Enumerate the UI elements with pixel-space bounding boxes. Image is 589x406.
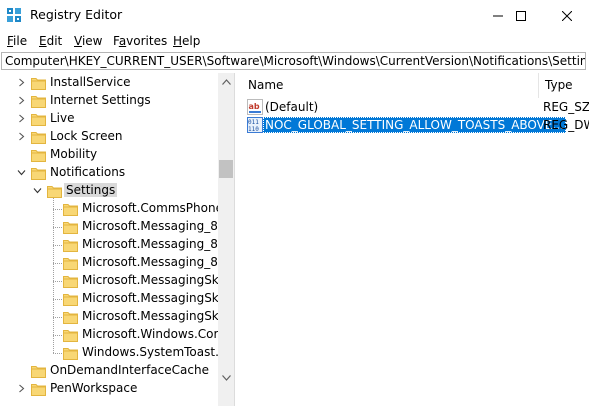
tree-item[interactable]: Internet Settings	[0, 92, 218, 110]
column-header-type[interactable]: Type	[545, 73, 573, 98]
menu-edit[interactable]: Edit	[39, 34, 62, 48]
menu-bar: File Edit View Favorites Help	[0, 31, 589, 51]
tree-item[interactable]: Microsoft.Windows.Corta	[0, 326, 231, 344]
tree-item[interactable]: Microsoft.MessagingSkyp	[0, 272, 233, 290]
tree-item[interactable]: PenWorkspace	[0, 380, 218, 398]
collapsed-arrow-icon[interactable]	[17, 78, 26, 87]
registry-editor-window: Registry Editor File Edit View Favorites…	[0, 0, 589, 406]
close-button[interactable]	[544, 0, 589, 31]
value-name: (Default)	[265, 100, 319, 114]
tree-item-label: Microsoft.MessagingSkyp	[82, 309, 234, 323]
close-icon	[561, 10, 572, 21]
tree-item[interactable]: Mobility	[0, 146, 218, 164]
tree-item-label: Microsoft.Messaging_8we	[82, 237, 235, 251]
value-row[interactable]: 011 110 NOC_GLOBAL_SETTING_ALLOW_TOASTS_AB…	[239, 116, 589, 134]
folder-icon	[31, 168, 46, 180]
tree-item[interactable]: Live	[0, 110, 218, 128]
tree-item-label: Microsoft.Windows.Corta	[82, 327, 231, 341]
title-bar: Registry Editor	[0, 0, 589, 31]
tree-item-label: Windows.SystemToast.Mc	[82, 345, 235, 359]
value-row[interactable]: ab (Default) REG_SZ	[239, 98, 589, 116]
folder-icon	[63, 330, 78, 342]
chevron-up-icon	[221, 78, 231, 85]
tree-item[interactable]: Settings	[0, 182, 218, 200]
tree-item[interactable]: InstallService	[0, 74, 218, 92]
folder-icon	[31, 96, 46, 108]
folder-icon	[31, 78, 46, 90]
menu-favorites[interactable]: Favorites	[113, 34, 167, 48]
tree-item[interactable]: Notifications	[0, 164, 218, 182]
folder-icon	[63, 204, 78, 216]
expanded-arrow-icon[interactable]	[33, 186, 42, 195]
address-bar[interactable]: Computer\HKEY_CURRENT_USER\Software\Micr…	[1, 52, 586, 70]
value-type: REG_SZ	[543, 100, 589, 114]
tree-item[interactable]: Microsoft.MessagingSkyp	[0, 308, 233, 326]
folder-icon	[31, 366, 46, 378]
scroll-up-button[interactable]	[218, 73, 234, 90]
tree-item-label: Microsoft.MessagingSkyp	[82, 273, 234, 287]
tree-item-label: Internet Settings	[50, 93, 151, 107]
key-tree: InstallService Internet Settings Live Lock …	[0, 73, 235, 406]
folder-icon	[63, 276, 78, 288]
expanded-arrow-icon[interactable]	[17, 168, 26, 177]
open-folder-icon	[47, 186, 62, 198]
tree-item-label: Microsoft.MessagingSkyp	[82, 291, 234, 305]
tree-item-label: Settings	[64, 183, 118, 197]
maximize-icon	[515, 10, 526, 21]
value-name: NOC_GLOBAL_SETTING_ALLOW_TOASTS_ABOVE...	[263, 117, 566, 133]
tree-item-label: Microsoft.Messaging_8we	[82, 255, 235, 269]
scroll-thumb[interactable]	[219, 160, 233, 178]
svg-text:110: 110	[248, 126, 259, 133]
collapsed-arrow-icon[interactable]	[17, 114, 26, 123]
column-divider[interactable]	[538, 73, 539, 98]
folder-icon	[63, 312, 78, 324]
folder-icon	[31, 384, 46, 396]
dword-value-icon: 011110	[247, 117, 263, 133]
window-title: Registry Editor	[30, 7, 123, 22]
registry-editor-icon	[7, 8, 21, 22]
tree-item-label: OnDemandInterfaceCache	[50, 363, 209, 377]
tree-item-label: InstallService	[50, 75, 131, 89]
value-type: REG_DW	[543, 118, 589, 132]
tree-item-label: Mobility	[50, 147, 98, 161]
tree-item-label: Notifications	[50, 165, 126, 179]
tree-item[interactable]: Windows.SystemToast.Mc	[0, 344, 234, 362]
folder-icon	[63, 294, 78, 306]
folder-icon	[31, 114, 46, 126]
tree-vertical-scrollbar[interactable]	[218, 73, 234, 406]
scroll-down-button[interactable]	[218, 369, 234, 386]
folder-icon	[63, 240, 78, 252]
tree-item-label: Lock Screen	[50, 129, 123, 143]
folder-icon	[31, 150, 46, 162]
tree-item-label: Live	[50, 111, 75, 125]
tree-item-label: Microsoft.Messaging_8we	[82, 219, 235, 233]
values-list: Name Type ab (Default) REG_SZ 011 110 NOC_GLO…	[239, 73, 589, 406]
tree-item[interactable]: OnDemandInterfaceCache	[0, 362, 218, 380]
collapsed-arrow-icon[interactable]	[17, 384, 26, 393]
svg-text:011: 011	[248, 119, 259, 126]
tree-item[interactable]: Microsoft.MessagingSkyp	[0, 290, 233, 308]
maximize-button[interactable]	[498, 0, 543, 31]
tree-item[interactable]: Lock Screen	[0, 128, 218, 146]
column-header-name[interactable]: Name	[248, 73, 283, 98]
tree-item-label: Microsoft.CommsPhone_	[82, 201, 229, 215]
folder-icon	[63, 348, 78, 360]
folder-icon	[63, 222, 78, 234]
folder-icon	[63, 258, 78, 270]
collapsed-arrow-icon[interactable]	[17, 132, 26, 141]
tree-item[interactable]: Microsoft.Messaging_8we	[0, 254, 234, 272]
svg-text:ab: ab	[249, 102, 260, 111]
collapsed-arrow-icon[interactable]	[17, 96, 26, 105]
chevron-down-icon	[221, 374, 231, 381]
menu-help[interactable]: Help	[173, 34, 200, 48]
tree-item[interactable]: Microsoft.CommsPhone_	[0, 200, 229, 218]
string-value-icon: ab	[247, 99, 263, 115]
tree-item[interactable]: Microsoft.Messaging_8we	[0, 236, 234, 254]
menu-file[interactable]: File	[7, 34, 27, 48]
menu-view[interactable]: View	[74, 34, 102, 48]
tree-item[interactable]: Microsoft.Messaging_8we	[0, 218, 234, 236]
folder-icon	[31, 132, 46, 144]
tree-item-label: PenWorkspace	[50, 381, 138, 395]
